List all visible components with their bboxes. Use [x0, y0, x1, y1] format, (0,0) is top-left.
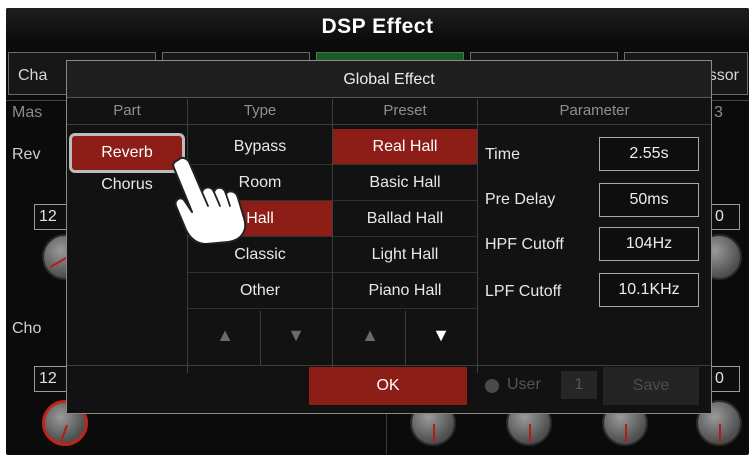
- column-header-part: Part: [67, 99, 187, 125]
- user-label: User: [507, 376, 541, 393]
- dialog-title: Global Effect: [67, 61, 711, 98]
- preset-scroll-up-icon[interactable]: ▲: [335, 315, 405, 355]
- background-master-label: Mas: [12, 104, 43, 121]
- param-label-pre-delay: Pre Delay: [485, 191, 556, 208]
- type-item-other[interactable]: Other: [188, 273, 332, 309]
- type-scroll-down-icon[interactable]: ▼: [261, 315, 331, 355]
- param-value-pre-delay[interactable]: 50ms: [599, 183, 699, 217]
- background-column-line: [386, 414, 387, 455]
- column-header-type: Type: [188, 99, 332, 125]
- preset-item-ballad-hall[interactable]: Ballad Hall: [333, 201, 477, 237]
- param-label-lpf-cutoff: LPF Cutoff: [485, 283, 562, 300]
- background-chorus-value[interactable]: 12: [34, 366, 68, 392]
- background-rev-label: Rev: [12, 146, 41, 163]
- param-value-lpf-cutoff[interactable]: 10.1KHz: [599, 273, 699, 307]
- preset-item-real-hall[interactable]: Real Hall: [333, 129, 477, 165]
- preset-item-light-hall[interactable]: Light Hall: [333, 237, 477, 273]
- column-header-parameter: Parameter: [478, 99, 711, 125]
- preset-item-basic-hall[interactable]: Basic Hall: [333, 165, 477, 201]
- background-cho-label: Cho: [12, 320, 42, 337]
- param-value-hpf-cutoff[interactable]: 104Hz: [599, 227, 699, 261]
- type-scroll-up-icon[interactable]: ▲: [190, 315, 260, 355]
- param-label-hpf-cutoff: HPF Cutoff: [485, 236, 564, 253]
- save-button[interactable]: Save: [603, 367, 699, 405]
- user-radio[interactable]: [485, 379, 499, 393]
- preset-scroll-down-icon[interactable]: ▼: [406, 315, 476, 355]
- user-number-field[interactable]: 1: [561, 371, 597, 399]
- screen-title: DSP Effect: [6, 8, 749, 46]
- param-value-time[interactable]: 2.55s: [599, 137, 699, 171]
- param-label-time: Time: [485, 146, 520, 163]
- footer-divider: [67, 365, 711, 366]
- global-effect-dialog: Global Effect Part Type Preset Parameter…: [66, 60, 712, 414]
- ok-button[interactable]: OK: [309, 367, 467, 405]
- background-right-number: 3: [714, 104, 723, 121]
- background-right-value-a[interactable]: 0: [710, 204, 740, 230]
- preset-item-piano-hall[interactable]: Piano Hall: [333, 273, 477, 309]
- hand-pointer-icon: [172, 156, 247, 244]
- background-right-value-b[interactable]: 0: [710, 366, 740, 392]
- column-divider: [477, 99, 478, 373]
- background-reverb-value[interactable]: 12: [34, 204, 68, 230]
- column-header-preset: Preset: [333, 99, 477, 125]
